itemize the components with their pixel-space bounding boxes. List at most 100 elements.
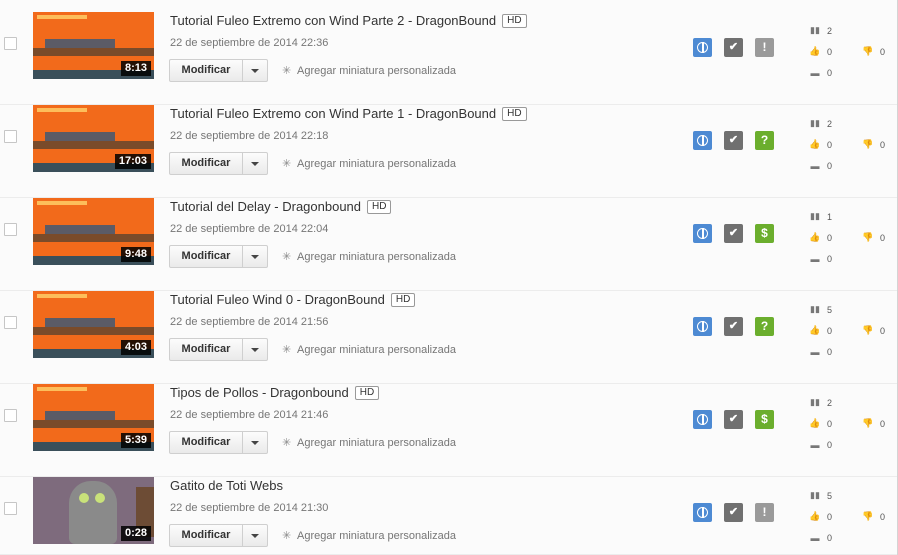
select-checkbox[interactable] (4, 502, 17, 515)
comments-count: 0 (827, 347, 833, 357)
select-checkbox[interactable] (4, 316, 17, 329)
check-icon[interactable]: ✔ (724, 317, 743, 336)
check-icon[interactable]: ✔ (724, 38, 743, 57)
custom-thumbnail-link[interactable]: ✳ Agregar miniatura personalizada (282, 64, 456, 77)
check-icon[interactable]: ✔ (724, 131, 743, 150)
modify-button[interactable]: Modificar (169, 245, 268, 268)
video-title[interactable]: Gatito de Toti Webs (170, 478, 283, 493)
dislikes-stat: 👎 0 (862, 325, 885, 336)
thumbs-down-icon: 👎 (862, 46, 874, 56)
select-checkbox[interactable] (4, 223, 17, 236)
video-title-link[interactable]: Gatito de Toti Webs (170, 478, 283, 493)
video-row: 8:13 Tutorial Fuleo Extremo con Wind Par… (0, 12, 897, 105)
comments-stat: ▬ 0 (809, 254, 833, 264)
hd-badge: HD (502, 13, 527, 28)
public-globe-icon[interactable] (693, 503, 712, 522)
modify-button[interactable]: Modificar (169, 152, 268, 175)
video-title-link[interactable]: Tutorial Fuleo Extremo con Wind Parte 1 … (170, 106, 527, 121)
upload-date: 22 de septiembre de 2014 22:36 (170, 37, 329, 49)
thumbs-down-icon: 👎 (862, 139, 874, 149)
public-globe-icon[interactable] (693, 224, 712, 243)
dislikes-count: 0 (880, 46, 886, 57)
select-checkbox[interactable] (4, 409, 17, 422)
check-icon[interactable]: ✔ (724, 224, 743, 243)
likes-stat: 👍 0 (809, 139, 832, 150)
chevron-down-icon[interactable] (243, 339, 267, 360)
chevron-down-icon[interactable] (243, 246, 267, 267)
custom-thumbnail-label[interactable]: Agregar miniatura personalizada (297, 437, 456, 449)
likes-count: 0 (827, 232, 833, 243)
custom-thumbnail-link[interactable]: ✳ Agregar miniatura personalizada (282, 157, 456, 170)
modify-label[interactable]: Modificar (170, 432, 243, 453)
duration-label: 4:03 (120, 340, 151, 355)
check-icon[interactable]: ✔ (724, 410, 743, 429)
status-icon[interactable]: ! (755, 503, 774, 522)
public-globe-icon[interactable] (693, 410, 712, 429)
select-checkbox[interactable] (4, 37, 17, 50)
status-icon[interactable]: $ (755, 410, 774, 429)
video-title-link[interactable]: Tipos de Pollos - Dragonbound HD (170, 385, 380, 400)
hd-badge: HD (390, 292, 416, 307)
modify-label[interactable]: Modificar (170, 60, 243, 81)
video-thumbnail[interactable]: 4:03 (33, 291, 154, 358)
comments-stat: ▬ 0 (809, 347, 833, 357)
custom-thumbnail-label[interactable]: Agregar miniatura personalizada (297, 65, 456, 77)
thumbs-up-icon: 👍 (809, 139, 821, 149)
check-icon[interactable]: ✔ (724, 503, 743, 522)
status-icon[interactable]: ? (755, 317, 774, 336)
modify-button[interactable]: Modificar (169, 524, 268, 547)
video-title-link[interactable]: Tutorial Fuleo Extremo con Wind Parte 2 … (170, 13, 527, 28)
chevron-down-icon[interactable] (243, 153, 267, 174)
thumbs-up-icon: 👍 (809, 325, 821, 335)
chevron-down-icon[interactable] (243, 60, 267, 81)
modify-label[interactable]: Modificar (170, 339, 243, 360)
custom-thumbnail-link[interactable]: ✳ Agregar miniatura personalizada (282, 343, 456, 356)
modify-label[interactable]: Modificar (170, 525, 243, 546)
status-icon[interactable]: ? (755, 131, 774, 150)
video-title[interactable]: Tutorial del Delay - Dragonbound (170, 199, 361, 214)
views-stat: ▮▮ 2 (809, 118, 832, 129)
custom-thumbnail-label[interactable]: Agregar miniatura personalizada (297, 158, 456, 170)
video-title-link[interactable]: Tutorial del Delay - Dragonbound HD (170, 199, 392, 214)
modify-label[interactable]: Modificar (170, 153, 243, 174)
upload-date: 22 de septiembre de 2014 22:04 (170, 223, 329, 235)
video-thumbnail[interactable]: 9:48 (33, 198, 154, 265)
thumbs-down-icon: 👎 (862, 325, 874, 335)
custom-thumbnail-label[interactable]: Agregar miniatura personalizada (297, 251, 456, 263)
bar-chart-icon: ▮▮ (810, 490, 820, 500)
modify-button[interactable]: Modificar (169, 338, 268, 361)
public-globe-icon[interactable] (693, 131, 712, 150)
video-thumbnail[interactable]: 17:03 (33, 105, 154, 172)
thumbs-up-icon: 👍 (809, 511, 821, 521)
public-globe-icon[interactable] (693, 38, 712, 57)
video-title[interactable]: Tipos de Pollos - Dragonbound (170, 385, 349, 400)
status-icon[interactable]: $ (755, 224, 774, 243)
modify-button[interactable]: Modificar (169, 59, 268, 82)
custom-thumbnail-link[interactable]: ✳ Agregar miniatura personalizada (282, 250, 456, 263)
custom-thumbnail-link[interactable]: ✳ Agregar miniatura personalizada (282, 529, 456, 542)
status-icon[interactable]: ! (755, 38, 774, 57)
comments-stat: ▬ 0 (809, 533, 833, 543)
video-thumbnail[interactable]: 5:39 (33, 384, 154, 451)
video-title[interactable]: Tutorial Fuleo Extremo con Wind Parte 1 … (170, 106, 496, 121)
custom-thumbnail-link[interactable]: ✳ Agregar miniatura personalizada (282, 436, 456, 449)
custom-thumbnail-label[interactable]: Agregar miniatura personalizada (297, 344, 456, 356)
video-title[interactable]: Tutorial Fuleo Wind 0 - DragonBound (170, 292, 385, 307)
dislikes-stat: 👎 0 (862, 511, 885, 522)
video-title[interactable]: Tutorial Fuleo Extremo con Wind Parte 2 … (170, 13, 496, 28)
video-thumbnail[interactable]: 8:13 (33, 12, 154, 79)
modify-button[interactable]: Modificar (169, 431, 268, 454)
select-checkbox[interactable] (4, 130, 17, 143)
chevron-down-icon[interactable] (243, 432, 267, 453)
comments-stat: ▬ 0 (809, 440, 833, 450)
video-thumbnail[interactable]: 0:28 (33, 477, 154, 544)
modify-label[interactable]: Modificar (170, 246, 243, 267)
likes-count: 0 (827, 325, 833, 336)
video-title-link[interactable]: Tutorial Fuleo Wind 0 - DragonBound HD (170, 292, 416, 307)
public-globe-icon[interactable] (693, 317, 712, 336)
chevron-down-icon[interactable] (243, 525, 267, 546)
custom-thumbnail-label[interactable]: Agregar miniatura personalizada (297, 530, 456, 542)
magic-wand-icon: ✳ (282, 530, 292, 542)
duration-label: 0:28 (120, 526, 151, 541)
views-stat: ▮▮ 1 (809, 211, 832, 222)
